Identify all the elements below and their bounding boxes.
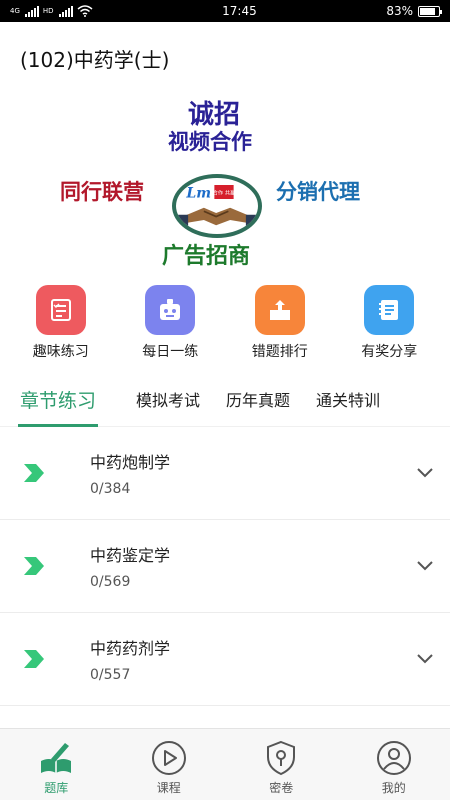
nav-label: 我的 [381,781,406,795]
chapter-title: 中药药剂学 [90,639,171,658]
robot-face-icon [145,285,196,335]
battery-fill [420,7,435,15]
wifi-icon [77,5,93,17]
banner-bottom-text: 广告招商 [162,243,251,269]
banner-right-text: 分销代理 [276,179,360,204]
quick-action-reward-share[interactable]: 有奖分享 [339,285,439,371]
nav-label: 课程 [156,781,181,795]
tab-mock-exam[interactable]: 模拟考试 [136,371,200,427]
nav-label: 密卷 [269,781,294,795]
chapter-title: 中药鉴定学 [90,546,171,565]
chapter-flag-icon [0,464,90,482]
promo-banner[interactable]: 诚招 视频合作 同行联营 分销代理 广告招商 Lm 合作 共赢 [0,92,450,282]
battery-icon [418,5,442,17]
status-time: 17:45 [222,4,257,18]
bottom-nav: 题库 课程 密卷 我的 [0,728,450,800]
quick-actions: 趣味练习 每日一练 错题排行 有奖分享 [0,285,450,371]
list-item[interactable]: 中药炮制学 0/384 [0,427,450,520]
chapter-progress: 0/557 [90,667,131,683]
chapter-flag-icon [0,650,90,668]
status-right: 83% [386,4,442,18]
nav-courses[interactable]: 课程 [124,729,214,800]
logo-caption: 合作 共赢 [213,189,236,197]
signal-strength-icon [24,5,39,17]
status-left: 4G HD [10,5,93,17]
quick-action-daily-practice[interactable]: 每日一练 [120,285,220,371]
quick-action-label: 有奖分享 [361,344,418,360]
quiz-sheet-icon [35,285,86,335]
list-item[interactable]: 中药药剂学 0/557 [0,613,450,706]
battery-percent: 83% [386,4,413,18]
signal-strength-icon [58,5,73,17]
page-title: (102)中药学(士) [20,48,170,72]
tab-chapter-practice[interactable]: 章节练习 [17,371,99,427]
user-circle-icon [376,741,411,775]
signal-tag-2: HD [42,6,54,15]
tab-pass-training[interactable]: 通关特训 [316,371,380,427]
nav-secret-papers[interactable]: 密卷 [236,729,326,800]
quick-action-label: 错题排行 [251,344,308,360]
chapter-progress: 0/384 [90,481,131,497]
chapter-flag-icon [0,557,90,575]
list-item[interactable]: 中药鉴定学 0/569 [0,520,450,613]
notebook-icon [364,285,415,335]
banner-left-text: 同行联营 [60,179,144,204]
chevron-down-icon[interactable] [400,560,450,572]
quick-action-wrong-ranking[interactable]: 错题排行 [230,285,330,371]
chapter-progress: 0/569 [90,574,131,590]
chapter-list: 中药炮制学 0/384 中药鉴定学 0/569 中药药剂学 0/557 [0,427,450,706]
book-pen-icon [41,743,72,773]
status-bar: 4G HD 17:45 83% [0,0,450,22]
svg-text:Lm: Lm [185,185,211,201]
nav-question-bank[interactable]: 题库 [11,729,101,800]
nav-label: 题库 [44,781,69,795]
lock-shield-icon [267,740,296,776]
tab-past-exams[interactable]: 历年真题 [226,371,290,427]
practice-tabs: 章节练习 模拟考试 历年真题 通关特训 [0,371,450,427]
handshake-icon: Lm 合作 共赢 [177,185,257,227]
handshake-logo: Lm 合作 共赢 [172,174,262,238]
quick-action-label: 每日一练 [142,344,199,360]
quick-action-fun-practice[interactable]: 趣味练习 [11,285,111,371]
signal-tag-1: 4G [10,6,20,15]
banner-line2: 视频合作 [168,129,252,154]
chevron-down-icon[interactable] [400,653,450,665]
chapter-title: 中药炮制学 [90,453,171,472]
nav-profile[interactable]: 我的 [349,729,439,800]
ranking-box-icon [254,285,305,335]
play-circle-icon [151,741,186,775]
quick-action-label: 趣味练习 [32,344,89,360]
chevron-down-icon[interactable] [400,467,450,479]
